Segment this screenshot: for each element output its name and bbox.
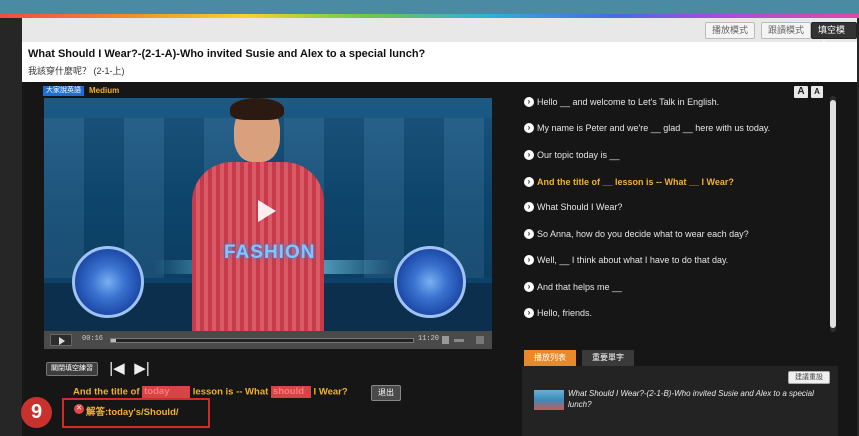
cloze-blank-2[interactable]: should xyxy=(270,386,311,398)
transcript-panel: › Hello __ and welcome to Let's Talk in E… xyxy=(522,96,827,332)
close-practice-button[interactable]: 關閉填空練習 xyxy=(46,362,98,376)
exit-button[interactable]: 退出 xyxy=(371,385,401,401)
time-total: 11:20 xyxy=(418,335,440,343)
video-play-icon[interactable] xyxy=(258,200,276,222)
volume-slider[interactable] xyxy=(454,339,464,342)
transcript-line[interactable]: › Our topic today is __ xyxy=(522,149,827,165)
answer-text: 解答:today's/Should/ xyxy=(86,407,179,418)
play-line-icon[interactable]: › xyxy=(524,282,534,292)
play-line-icon[interactable]: › xyxy=(524,150,534,160)
tab-vocabulary[interactable]: 重要單字 xyxy=(582,350,634,366)
level-badge: Medium xyxy=(89,86,120,95)
cloze-text-1: And the title of xyxy=(73,386,143,398)
transcript-text: Well, __ I think about what I have to do… xyxy=(537,255,729,265)
mode-bar: 播放模式 跟讀模式 填空模式 xyxy=(22,18,857,50)
transcript-text: So Anna, how do you decide what to wear … xyxy=(537,229,749,239)
play-button[interactable] xyxy=(50,334,72,346)
mode-button-play[interactable]: 播放模式 xyxy=(705,22,756,39)
transcript-text: And the title of __ lesson is -- What __… xyxy=(537,177,734,187)
transcript-line-active[interactable]: › And the title of __ lesson is -- What _… xyxy=(522,176,827,192)
progress-bar[interactable] xyxy=(110,338,414,343)
transcript-text: Hello, friends. xyxy=(537,308,593,318)
scrollbar-thumb[interactable] xyxy=(830,100,836,328)
play-line-icon[interactable]: › xyxy=(524,177,534,187)
transcript-text: What Should I Wear? xyxy=(537,202,623,212)
lesson-title: What Should I Wear?-(2-1-A)-Who invited … xyxy=(28,48,426,60)
play-line-icon[interactable]: › xyxy=(524,308,534,318)
transcript-scrollbar[interactable] xyxy=(830,96,836,332)
video-controls: 00:16 11:20 xyxy=(44,331,492,349)
lesson-header: 播放模式 跟讀模式 填空模式 What Should I Wear?-(2-1-… xyxy=(22,18,857,82)
playlist-item-title[interactable]: What Should I Wear?-(2-1-B)-Who invited … xyxy=(568,388,833,410)
playlist-thumbnail[interactable] xyxy=(534,390,564,410)
progress-fill xyxy=(111,339,116,342)
studio-orb-right xyxy=(394,246,466,318)
recommend-reset-button[interactable]: 建議重設 xyxy=(788,371,830,384)
cloze-text-3: I Wear? xyxy=(310,386,348,398)
cloze-blank-1[interactable]: today xyxy=(142,386,191,398)
transcript-text: Our topic today is __ xyxy=(537,150,620,160)
transcript-line[interactable]: › And that helps me __ xyxy=(522,281,827,297)
mode-button-shadow[interactable]: 跟讀模式 xyxy=(761,22,812,39)
transcript-line[interactable]: › My name is Peter and we're __ glad __ h… xyxy=(522,122,827,138)
step-number-badge: 9 xyxy=(21,397,52,428)
volume-icon[interactable] xyxy=(442,336,449,344)
channel-badge: 大家說英語 xyxy=(43,86,84,96)
scene-text: FASHION xyxy=(224,242,316,263)
play-line-icon[interactable]: › xyxy=(524,229,534,239)
transcript-line[interactable]: › Hello, friends. xyxy=(522,307,827,323)
transcript-text: Hello __ and welcome to Let's Talk in En… xyxy=(537,97,720,107)
mode-button-cloze[interactable]: 填空模式 xyxy=(811,22,857,50)
play-line-icon[interactable]: › xyxy=(524,202,534,212)
transcript-line[interactable]: › Well, __ I think about what I have to d… xyxy=(522,254,827,270)
transcript-line[interactable]: › What Should I Wear? xyxy=(522,201,827,217)
cloze-text-2: lesson is -- What xyxy=(190,386,271,398)
lesson-subtitle: 我該穿什麼呢？ (2-1-上) xyxy=(28,66,125,76)
video-player[interactable]: FASHION xyxy=(44,98,492,331)
transcript-text: My name is Peter and we're __ glad __ he… xyxy=(537,123,771,133)
time-current: 00:16 xyxy=(82,335,104,343)
presenter-hair xyxy=(230,98,284,120)
browser-top-strip xyxy=(0,0,859,14)
play-line-icon[interactable]: › xyxy=(524,255,534,265)
fullscreen-icon[interactable] xyxy=(476,336,484,344)
transcript-text: And that helps me __ xyxy=(537,282,623,292)
studio-orb-left xyxy=(72,246,144,318)
cloze-sentence: And the title of today lesson is -- What… xyxy=(73,386,348,398)
play-line-icon[interactable]: › xyxy=(524,123,534,133)
tab-playlist[interactable]: 播放列表 xyxy=(524,350,576,366)
skip-next-icon[interactable]: ▶| xyxy=(132,361,152,376)
transcript-line[interactable]: › Hello __ and welcome to Let's Talk in E… xyxy=(522,96,827,112)
transcript-line[interactable]: › So Anna, how do you decide what to wear… xyxy=(522,228,827,244)
skip-previous-icon[interactable]: |◀ xyxy=(107,361,127,376)
answer-icon: ✕ xyxy=(74,404,84,414)
play-line-icon[interactable]: › xyxy=(524,97,534,107)
